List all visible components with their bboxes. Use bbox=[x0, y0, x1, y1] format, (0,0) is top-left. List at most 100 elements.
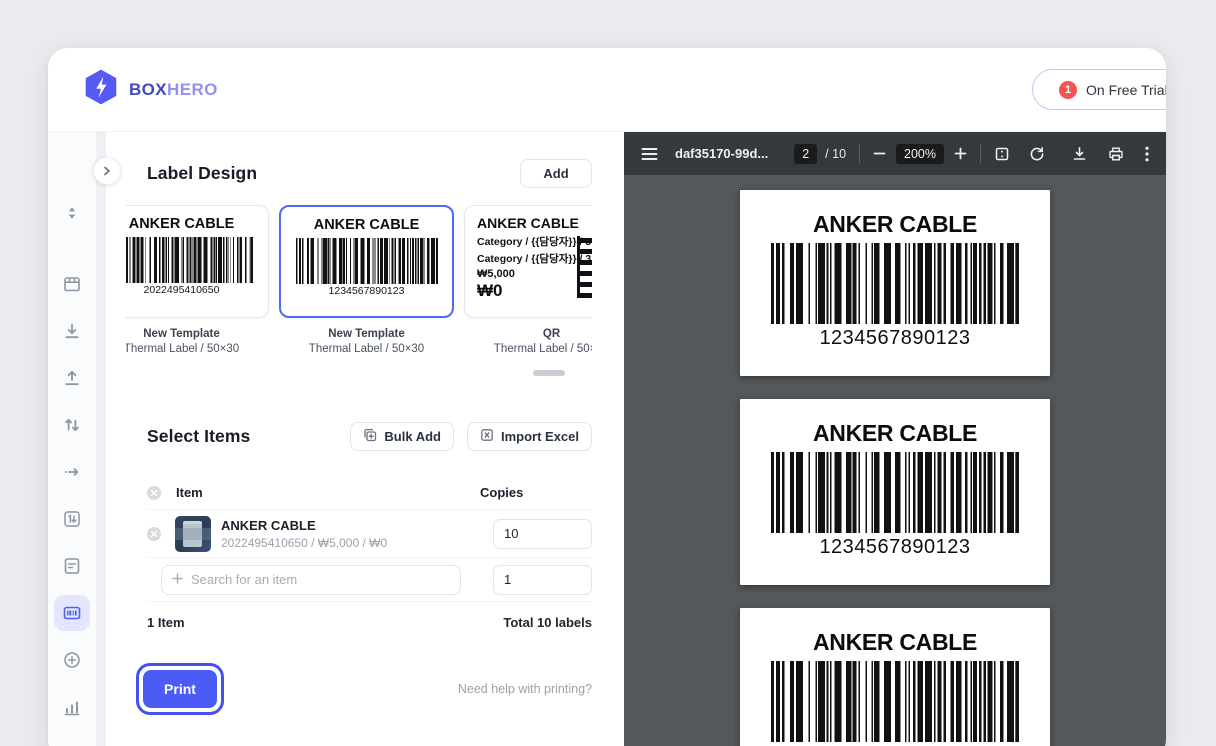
rotate-page-icon[interactable] bbox=[1029, 146, 1045, 162]
preview-barcode bbox=[771, 243, 1019, 324]
preview-label-page: ANKER CABLE 1234567890123 bbox=[740, 190, 1050, 376]
stock-transfer-icon[interactable] bbox=[54, 407, 90, 443]
copies-input[interactable] bbox=[493, 519, 592, 549]
template-price: ₩5,000 bbox=[477, 268, 592, 280]
on-free-trial-pill[interactable]: 1 On Free Trial bbox=[1032, 69, 1166, 110]
preview-barcode bbox=[771, 452, 1019, 533]
pdf-more-options-icon[interactable] bbox=[1145, 146, 1149, 162]
total-labels: Total 10 labels bbox=[503, 615, 592, 630]
preview-barcode bbox=[771, 661, 1019, 742]
printing-help-link[interactable]: Need help with printing? bbox=[458, 682, 592, 696]
add-template-button[interactable]: Add bbox=[520, 159, 592, 188]
preview-label-title: ANKER CABLE bbox=[813, 420, 977, 447]
template-barcode bbox=[296, 238, 438, 284]
template-meta-line: Category / {{담당자}} / 3 bbox=[477, 251, 592, 266]
bulk-add-icon bbox=[363, 428, 377, 445]
print-button-highlight-ring: Print bbox=[136, 663, 224, 715]
pdf-filename: daf35170-99d... bbox=[675, 146, 768, 161]
import-excel-button[interactable]: Import Excel bbox=[467, 422, 592, 451]
pdf-print-icon[interactable] bbox=[1108, 146, 1124, 162]
column-header-item: Item bbox=[176, 485, 203, 500]
stock-adjust-icon[interactable] bbox=[54, 501, 90, 537]
template-card-1-selected[interactable]: ANKER CABLE 1234567890123 New Template T… bbox=[279, 205, 454, 357]
stock-in-icon[interactable] bbox=[54, 313, 90, 349]
template-carousel: ANKER CABLE 2022495410650 New Template T… bbox=[126, 205, 592, 376]
label-print-panel: Label Design Add ANKER CABLE 20224954106… bbox=[106, 132, 624, 746]
app-body: Label Design Add ANKER CABLE 20224954106… bbox=[48, 132, 1166, 746]
inventory-box-icon[interactable] bbox=[54, 266, 90, 302]
fit-page-icon[interactable] bbox=[994, 146, 1010, 162]
preview-label-page: ANKER CABLE 1234567890123 bbox=[740, 399, 1050, 585]
item-details: 2022495410650 / ₩5,000 / ₩0 bbox=[221, 536, 387, 550]
data-center-icon[interactable] bbox=[54, 736, 90, 746]
select-items-title: Select Items bbox=[147, 426, 250, 447]
sort-icon[interactable] bbox=[54, 195, 90, 231]
boxhero-logo[interactable]: BOXHERO bbox=[84, 69, 218, 110]
pdf-page-area[interactable]: ANKER CABLE 1234567890123 ANKER CABLE 12… bbox=[624, 175, 1166, 746]
template-spec: Thermal Label / 50×30 bbox=[279, 342, 454, 357]
zoom-out-icon[interactable] bbox=[873, 147, 886, 160]
remove-item-button[interactable] bbox=[147, 527, 161, 541]
item-search-input[interactable] bbox=[191, 572, 450, 587]
toolbar-divider bbox=[980, 144, 981, 164]
item-row: ANKER CABLE 2022495410650 / ₩5,000 / ₩0 bbox=[147, 510, 592, 558]
item-search-box[interactable] bbox=[161, 565, 461, 595]
trial-alert-badge: 1 bbox=[1059, 81, 1077, 99]
plus-icon bbox=[172, 571, 183, 589]
item-thumbnail bbox=[175, 516, 211, 552]
bulk-add-label: Bulk Add bbox=[384, 429, 441, 444]
import-excel-label: Import Excel bbox=[501, 429, 579, 444]
template-item-name: ANKER CABLE bbox=[126, 216, 268, 232]
template-card-2[interactable]: ANKER CABLE Category / {{담당자}} / 3 Categ… bbox=[464, 205, 592, 357]
selected-items-table: Item Copies ANKER CABLE 2022495410650 / … bbox=[147, 484, 592, 602]
toolbar-divider bbox=[859, 144, 860, 164]
template-meta-line: Category / {{담당자}} / 3 bbox=[477, 234, 592, 249]
left-panel-scrollbar bbox=[96, 132, 106, 746]
pdf-page-total: / 10 bbox=[825, 147, 846, 161]
barcode-label-icon-active[interactable] bbox=[54, 595, 90, 631]
template-total: ₩0 bbox=[477, 281, 592, 301]
template-spec: Thermal Label / 50×30 bbox=[126, 342, 269, 357]
zoom-in-icon[interactable] bbox=[954, 147, 967, 160]
template-barcode-value: 2022495410650 bbox=[126, 284, 268, 296]
boxhero-logo-icon bbox=[84, 69, 118, 110]
app-header: BOXHERO 1 On Free Trial bbox=[48, 48, 1166, 132]
template-barcode bbox=[126, 237, 253, 283]
template-spec: Thermal Label / 50×30 bbox=[464, 342, 592, 357]
stock-move-icon[interactable] bbox=[54, 454, 90, 490]
clear-all-items-button[interactable] bbox=[147, 486, 161, 500]
app-window: BOXHERO 1 On Free Trial bbox=[48, 48, 1166, 746]
item-name: ANKER CABLE bbox=[221, 518, 387, 533]
new-copies-input[interactable] bbox=[493, 565, 592, 595]
pdf-menu-icon[interactable] bbox=[641, 147, 658, 161]
boxhero-logo-text: BOXHERO bbox=[129, 80, 218, 100]
pdf-download-icon[interactable] bbox=[1072, 146, 1087, 161]
sidebar-icon-rail bbox=[48, 132, 96, 746]
carousel-scroll-indicator[interactable] bbox=[533, 370, 565, 376]
template-card-0[interactable]: ANKER CABLE 2022495410650 New Template T… bbox=[126, 205, 269, 357]
purchase-order-icon[interactable] bbox=[54, 548, 90, 584]
pdf-zoom-level: 200% bbox=[896, 144, 944, 164]
template-name: New Template bbox=[126, 327, 269, 342]
item-count: 1 Item bbox=[147, 615, 185, 630]
pdf-toolbar: daf35170-99d... 2 / 10 200% bbox=[624, 132, 1166, 175]
analytics-icon[interactable] bbox=[54, 689, 90, 725]
add-item-icon[interactable] bbox=[54, 642, 90, 678]
preview-label-title: ANKER CABLE bbox=[813, 211, 977, 238]
template-item-name: ANKER CABLE bbox=[477, 215, 592, 231]
stock-out-icon[interactable] bbox=[54, 360, 90, 396]
add-item-row bbox=[147, 558, 592, 602]
label-design-title: Label Design bbox=[147, 163, 257, 184]
trial-label: On Free Trial bbox=[1086, 82, 1166, 98]
template-name: QR bbox=[464, 327, 592, 342]
bulk-add-button[interactable]: Bulk Add bbox=[350, 422, 454, 451]
qr-code-thumbnail bbox=[577, 236, 592, 298]
print-button[interactable]: Print bbox=[143, 670, 217, 708]
pdf-page-input[interactable]: 2 bbox=[794, 144, 817, 164]
template-item-name: ANKER CABLE bbox=[281, 217, 452, 233]
column-header-copies: Copies bbox=[480, 485, 592, 500]
template-name: New Template bbox=[279, 327, 454, 342]
preview-label-title: ANKER CABLE bbox=[813, 629, 977, 656]
expand-sidebar-button[interactable] bbox=[93, 157, 121, 185]
template-barcode-value: 1234567890123 bbox=[281, 285, 452, 297]
